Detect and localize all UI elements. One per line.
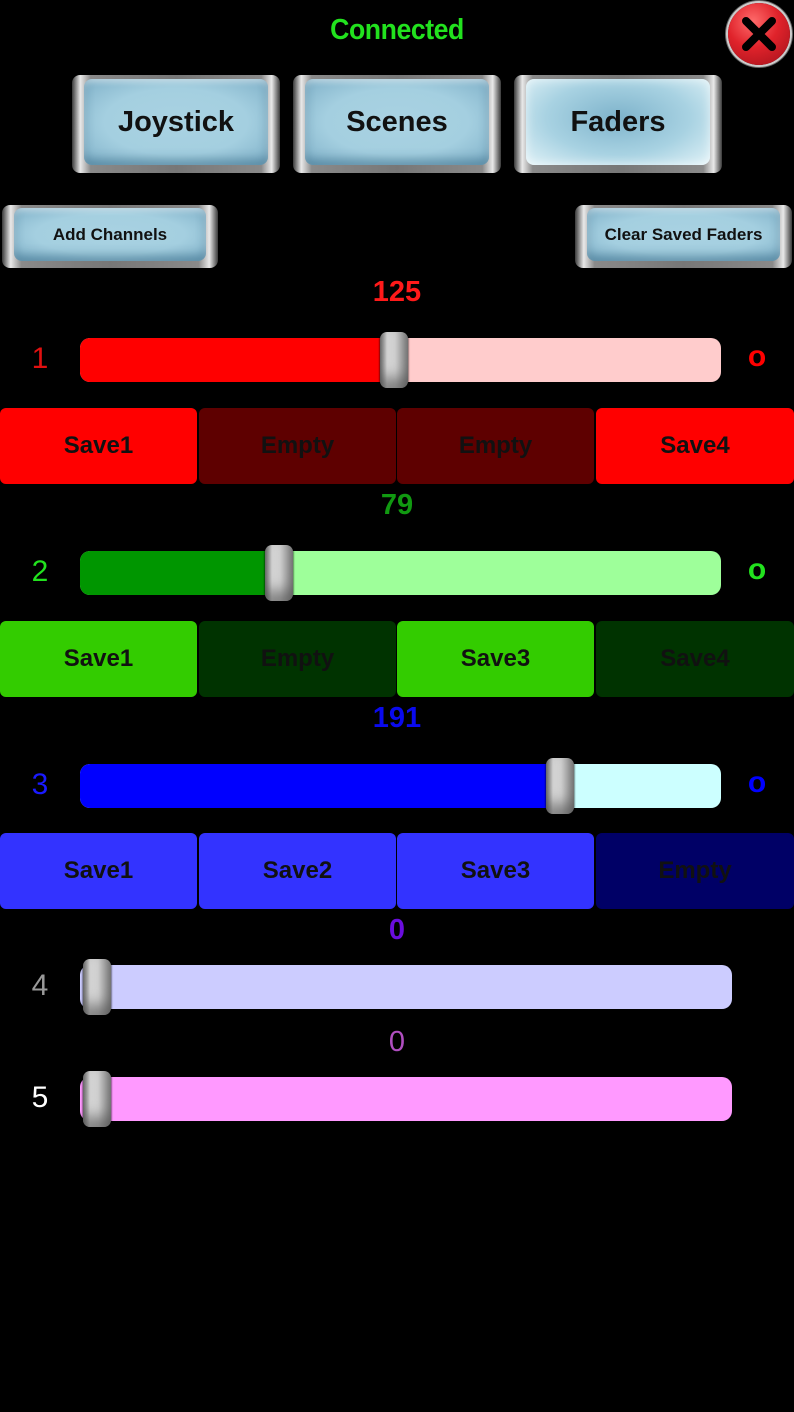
- fader-thumb[interactable]: [546, 758, 575, 814]
- tab-joystick-label: Joystick: [84, 79, 268, 165]
- add-channels-label: Add Channels: [14, 208, 206, 261]
- saved-slot-4-button[interactable]: Save4: [596, 408, 794, 484]
- channel-number: 5: [31, 1081, 49, 1114]
- fader-thumb[interactable]: [380, 332, 409, 388]
- tab-scenes[interactable]: Scenes: [293, 75, 501, 173]
- fader-slider[interactable]: [80, 758, 721, 814]
- zero-fader-button[interactable]: o: [740, 766, 774, 800]
- saved-slot-4-button[interactable]: Empty: [596, 833, 794, 909]
- zero-fader-button[interactable]: o: [740, 340, 774, 374]
- fader-fill: [80, 551, 279, 595]
- saved-fader-slots: Save1 Empty Save3 Save4: [0, 621, 794, 697]
- fader-value-readout: 79: [380, 489, 414, 521]
- fader-fill: [80, 764, 561, 808]
- saved-slot-2-button[interactable]: Empty: [199, 621, 396, 697]
- saved-slot-2-button[interactable]: Empty: [199, 408, 396, 484]
- saved-slot-4-button[interactable]: Save4: [596, 621, 794, 697]
- channel-number: 3: [31, 768, 49, 801]
- channel-number: 2: [31, 555, 49, 588]
- tab-joystick[interactable]: Joystick: [72, 75, 280, 173]
- fader-thumb[interactable]: [83, 959, 111, 1015]
- saved-slot-1-button[interactable]: Save1: [0, 621, 197, 697]
- tab-faders-label: Faders: [526, 79, 710, 165]
- saved-slot-1-button[interactable]: Save1: [0, 408, 197, 484]
- saved-slot-3-button[interactable]: Save3: [397, 833, 594, 909]
- zero-fader-button[interactable]: o: [740, 553, 774, 587]
- fader-thumb[interactable]: [83, 1071, 111, 1127]
- fader-slider[interactable]: [80, 545, 721, 601]
- clear-saved-faders-button[interactable]: Clear Saved Faders: [575, 205, 792, 268]
- channel-number: 1: [31, 342, 49, 375]
- fader-slider[interactable]: [80, 332, 721, 388]
- clear-saved-faders-label: Clear Saved Faders: [587, 208, 780, 261]
- tab-faders[interactable]: Faders: [514, 75, 722, 173]
- saved-fader-slots: Save1 Empty Empty Save4: [0, 408, 794, 484]
- close-x-icon: [742, 17, 776, 51]
- tab-scenes-label: Scenes: [305, 79, 489, 165]
- add-channels-button[interactable]: Add Channels: [2, 205, 218, 268]
- saved-slot-3-button[interactable]: Empty: [397, 408, 594, 484]
- fader-fill: [80, 338, 395, 382]
- fader-value-readout: 191: [372, 702, 422, 734]
- connection-status: Connected: [330, 14, 464, 46]
- fader-value-readout: 0: [388, 914, 406, 946]
- close-button[interactable]: [728, 3, 790, 65]
- saved-slot-2-button[interactable]: Save2: [199, 833, 396, 909]
- channel-number: 4: [31, 969, 49, 1002]
- saved-slot-1-button[interactable]: Save1: [0, 833, 197, 909]
- fader-slider[interactable]: [80, 1071, 732, 1127]
- saved-fader-slots: Save1 Save2 Save3 Empty: [0, 833, 794, 909]
- fader-slider[interactable]: [80, 959, 732, 1015]
- saved-slot-3-button[interactable]: Save3: [397, 621, 594, 697]
- fader-value-readout: 0: [388, 1026, 406, 1058]
- fader-thumb[interactable]: [264, 545, 293, 601]
- fader-value-readout: 125: [372, 276, 422, 308]
